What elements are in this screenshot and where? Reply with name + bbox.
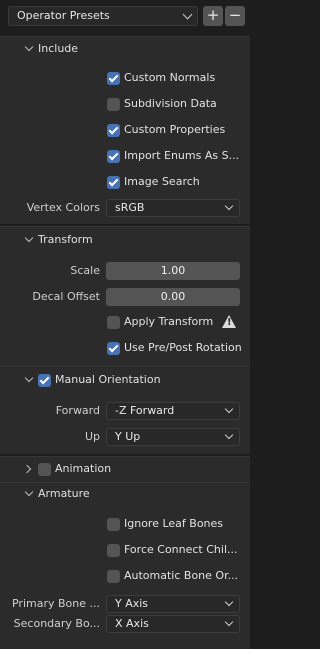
add-preset-button[interactable]: + — [203, 6, 223, 26]
force-connect-children-label: Force Connect Chil... — [124, 543, 238, 556]
chevron-down-icon — [224, 597, 234, 607]
remove-preset-button[interactable]: − — [225, 6, 245, 26]
secondary-bone-axis-value: X Axis — [115, 617, 149, 630]
manual-orientation-checkbox[interactable] — [38, 374, 51, 387]
force-connect-children-checkbox[interactable] — [107, 544, 120, 557]
animation-header[interactable]: Animation — [0, 458, 250, 480]
ignore-leaf-bones-checkbox[interactable] — [107, 518, 120, 531]
include-title: Include — [38, 42, 79, 55]
transform-section: Transform Scale 1.00 Decal Offset 0.00 A… — [0, 226, 250, 366]
custom-normals-label: Custom Normals — [124, 71, 216, 84]
expand-arrow-icon — [24, 42, 34, 52]
automatic-bone-orientation-label: Automatic Bone Or... — [124, 569, 239, 582]
custom-properties-label: Custom Properties — [124, 123, 226, 136]
animation-section: Animation — [0, 456, 250, 482]
chevron-down-icon — [224, 430, 234, 440]
import-enums-checkbox[interactable] — [107, 150, 120, 163]
include-section: Include Custom Normals Subdivision Data … — [0, 36, 250, 224]
subdivision-data-checkbox[interactable] — [107, 98, 120, 111]
vertex-colors-value: sRGB — [115, 201, 145, 214]
include-header[interactable]: Include — [0, 38, 250, 60]
operator-presets-dropdown[interactable]: Operator Presets — [8, 6, 198, 26]
armature-title: Armature — [38, 487, 90, 500]
animation-checkbox[interactable] — [38, 463, 51, 476]
armature-section: Armature Ignore Leaf Bones Force Connect… — [0, 482, 250, 649]
armature-header[interactable]: Armature — [0, 483, 250, 505]
vertex-colors-label: Vertex Colors — [26, 201, 100, 214]
primary-bone-axis-dropdown[interactable]: Y Axis — [106, 595, 240, 613]
custom-normals-checkbox[interactable] — [107, 72, 120, 85]
collapse-arrow-icon — [22, 464, 32, 474]
import-options-panel: Operator Presets + − Include Custom Norm… — [0, 0, 250, 649]
image-search-checkbox[interactable] — [107, 176, 120, 189]
decal-offset-field[interactable]: 0.00 — [106, 288, 240, 306]
automatic-bone-orientation-checkbox[interactable] — [107, 570, 120, 583]
chevron-down-icon — [224, 404, 234, 414]
up-value: Y Up — [115, 430, 141, 443]
forward-value: -Z Forward — [115, 404, 175, 417]
scale-field[interactable]: 1.00 — [106, 262, 240, 280]
custom-properties-checkbox[interactable] — [107, 124, 120, 137]
vertex-colors-dropdown[interactable]: sRGB — [106, 199, 240, 217]
manual-orientation-header[interactable]: Manual Orientation — [0, 369, 250, 391]
manual-orientation-section: Manual Orientation Forward -Z Forward Up… — [0, 366, 250, 454]
animation-title: Animation — [55, 462, 112, 475]
apply-transform-label: Apply Transform — [124, 315, 214, 328]
chevron-down-icon — [224, 617, 234, 627]
expand-arrow-icon — [24, 233, 34, 243]
chevron-down-icon — [224, 201, 234, 211]
expand-arrow-icon — [24, 487, 34, 497]
up-label: Up — [84, 430, 100, 443]
decal-offset-label: Decal Offset — [32, 290, 100, 303]
subdivision-data-label: Subdivision Data — [124, 97, 217, 110]
chevron-down-icon — [182, 9, 193, 20]
manual-orientation-title: Manual Orientation — [55, 373, 161, 386]
apply-transform-checkbox[interactable] — [107, 316, 120, 329]
transform-header[interactable]: Transform — [0, 229, 250, 251]
scale-label: Scale — [70, 264, 100, 277]
use-prepost-rotation-checkbox[interactable] — [107, 342, 120, 355]
forward-dropdown[interactable]: -Z Forward — [106, 402, 240, 420]
image-search-label: Image Search — [124, 175, 200, 188]
import-enums-label: Import Enums As S... — [124, 149, 240, 162]
primary-bone-axis-value: Y Axis — [115, 597, 149, 610]
expand-arrow-icon — [24, 373, 34, 383]
forward-label: Forward — [55, 404, 100, 417]
primary-bone-axis-label: Primary Bone ... — [11, 597, 100, 610]
warning-icon — [222, 315, 236, 328]
secondary-bone-axis-dropdown[interactable]: X Axis — [106, 615, 240, 633]
operator-presets-bar: Operator Presets + − — [8, 6, 246, 26]
ignore-leaf-bones-label: Ignore Leaf Bones — [124, 517, 224, 530]
transform-title: Transform — [38, 233, 93, 246]
up-dropdown[interactable]: Y Up — [106, 428, 240, 446]
secondary-bone-axis-label: Secondary Bo... — [13, 617, 100, 630]
use-prepost-rotation-label: Use Pre/Post Rotation — [124, 341, 242, 354]
operator-presets-label: Operator Presets — [17, 9, 110, 22]
